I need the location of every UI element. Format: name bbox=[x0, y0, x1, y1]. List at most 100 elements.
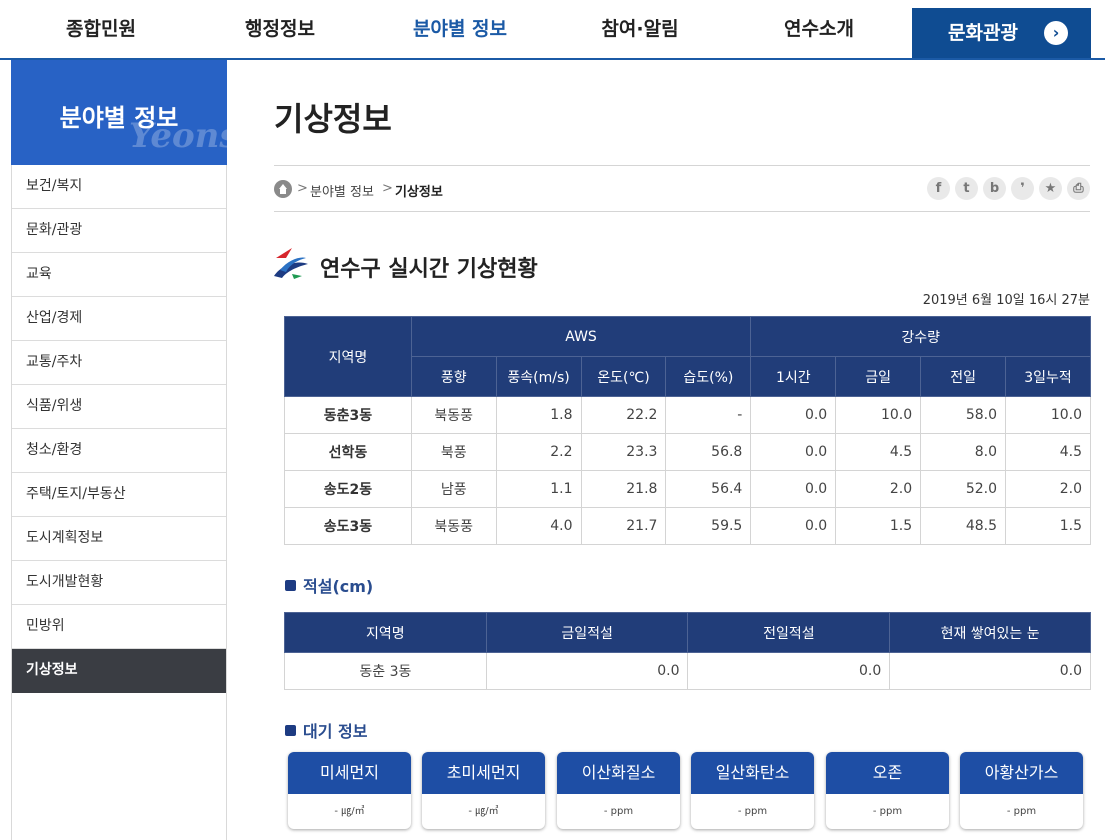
home-icon[interactable] bbox=[274, 180, 292, 198]
cell-temperature: 22.2 bbox=[580, 396, 667, 434]
top-navigation: 종합민원 행정정보 분야별 정보 참여·알림 연수소개 문화관광 › bbox=[0, 0, 1105, 60]
breadcrumb-separator: > bbox=[382, 181, 393, 196]
sidebar-filler bbox=[11, 690, 227, 840]
air-card-value: - ppm bbox=[603, 806, 634, 817]
cell-rain-3day: 2.0 bbox=[1005, 470, 1091, 508]
air-card-value: - ㎍/㎥ bbox=[334, 806, 365, 817]
air-card-title: 오존 bbox=[826, 752, 949, 794]
cell-rain-1h: 0.0 bbox=[750, 396, 837, 434]
cell-rain-today: 4.5 bbox=[835, 433, 922, 471]
air-card-pm10: 미세먼지 - ㎍/㎥ bbox=[288, 752, 411, 829]
air-card-co: 일산화탄소 - ppm bbox=[691, 752, 814, 829]
column-header-rain-yesterday: 전일 bbox=[920, 356, 1007, 397]
column-header-region: 지역명 bbox=[284, 612, 487, 653]
column-header-temperature: 온도(℃) bbox=[580, 356, 667, 397]
sidebar-title: 분야별 정보 bbox=[59, 104, 179, 132]
facebook-icon[interactable]: f bbox=[927, 177, 950, 200]
column-header-rain-3day: 3일누적 bbox=[1005, 356, 1091, 397]
column-header-humidity: 습도(%) bbox=[665, 356, 752, 397]
cell-rain-today: 2.0 bbox=[835, 470, 922, 508]
bookmark-icon[interactable]: ★ bbox=[1039, 177, 1062, 200]
nav-item-culture-tourism[interactable]: 문화관광 › bbox=[912, 8, 1091, 58]
cell-humidity: 56.4 bbox=[665, 470, 752, 508]
cell-rain-yesterday: 58.0 bbox=[920, 396, 1007, 434]
cell-region: 동춘3동 bbox=[284, 396, 412, 434]
cell-wind-direction: 북동풍 bbox=[410, 507, 497, 545]
air-card-title: 아황산가스 bbox=[960, 752, 1083, 794]
weather-section-title: 연수구 실시간 기상현황 bbox=[320, 257, 538, 282]
table-row: 선학동 북풍 2.2 23.3 56.8 0.0 4.5 8.0 4.5 bbox=[284, 433, 1091, 471]
cell-region: 선학동 bbox=[284, 433, 412, 471]
sidebar-item-traffic-parking[interactable]: 교통/주차 bbox=[12, 341, 226, 385]
air-title-label: 대기 정보 bbox=[303, 722, 368, 741]
nav-item-about[interactable]: 연수소개 bbox=[729, 0, 909, 58]
cell-rain-today: 10.0 bbox=[835, 396, 922, 434]
table-row: 송도2동 남풍 1.1 21.8 56.4 0.0 2.0 52.0 2.0 bbox=[284, 470, 1091, 508]
column-header-snow-yesterday: 전일적설 bbox=[687, 612, 891, 653]
culture-label: 문화관광 bbox=[948, 22, 1018, 44]
breadcrumb-separator: > bbox=[297, 181, 308, 196]
sidebar-item-urban-development[interactable]: 도시개발현황 bbox=[12, 561, 226, 605]
table-row: 동춘3동 북동풍 1.8 22.2 - 0.0 10.0 58.0 10.0 bbox=[284, 396, 1091, 434]
air-card-title: 이산화질소 bbox=[557, 752, 680, 794]
weather-timestamp: 2019년 6월 10일 16시 27분 bbox=[922, 293, 1090, 308]
snow-table: 지역명 금일적설 전일적설 현재 쌓여있는 눈 동춘 3동 0.0 0.0 0.… bbox=[284, 612, 1091, 690]
nav-item-field-info[interactable]: 분야별 정보 bbox=[370, 0, 550, 58]
cell-wind-speed: 1.8 bbox=[495, 396, 582, 434]
cell-wind-speed: 2.2 bbox=[495, 433, 582, 471]
chevron-right-icon: › bbox=[1044, 21, 1068, 45]
cell-rain-yesterday: 8.0 bbox=[920, 433, 1007, 471]
cell-humidity: 59.5 bbox=[665, 507, 752, 545]
air-card-title: 초미세먼지 bbox=[422, 752, 545, 794]
cell-wind-direction: 북동풍 bbox=[410, 396, 497, 434]
table-row: 송도3동 북동풍 4.0 21.7 59.5 0.0 1.5 48.5 1.5 bbox=[284, 507, 1091, 545]
sidebar-item-housing-land[interactable]: 주택/토지/부동산 bbox=[12, 473, 226, 517]
sidebar-item-culture-tourism[interactable]: 문화/관광 bbox=[12, 209, 226, 253]
cell-rain-1h: 0.0 bbox=[750, 470, 837, 508]
air-card-so2: 아황산가스 - ppm bbox=[960, 752, 1083, 829]
air-card-ozone: 오존 - ppm bbox=[826, 752, 949, 829]
sidebar-item-food-hygiene[interactable]: 식품/위생 bbox=[12, 385, 226, 429]
column-group-aws: AWS bbox=[410, 316, 752, 357]
nav-item-admin-info[interactable]: 행정정보 bbox=[190, 0, 370, 58]
twitter-icon[interactable]: t bbox=[955, 177, 978, 200]
sidebar-item-education[interactable]: 교육 bbox=[12, 253, 226, 297]
sidebar-header: Yeonsu 분야별 정보 bbox=[11, 60, 227, 165]
sidebar-item-weather[interactable]: 기상정보 bbox=[12, 649, 226, 693]
nav-item-participation[interactable]: 참여·알림 bbox=[550, 0, 730, 58]
air-section-title: 대기 정보 bbox=[285, 718, 367, 742]
cell-rain-yesterday: 52.0 bbox=[920, 470, 1007, 508]
cell-wind-speed: 4.0 bbox=[495, 507, 582, 545]
snow-title-label: 적설(cm) bbox=[303, 577, 374, 596]
print-icon[interactable]: ⎙ bbox=[1067, 177, 1090, 200]
cell-wind-direction: 남풍 bbox=[410, 470, 497, 508]
page-title: 기상정보 bbox=[274, 100, 392, 138]
cell-temperature: 21.8 bbox=[580, 470, 667, 508]
cell-rain-3day: 4.5 bbox=[1005, 433, 1091, 471]
nav-item-civil-service[interactable]: 종합민원 bbox=[11, 0, 191, 58]
cell-temperature: 23.3 bbox=[580, 433, 667, 471]
kakao-icon[interactable]: ❜ bbox=[1011, 177, 1034, 200]
column-header-snow-today: 금일적설 bbox=[485, 612, 689, 653]
air-card-title: 일산화탄소 bbox=[691, 752, 814, 794]
weather-table: 지역명 AWS 강수량 풍향 풍속(m/s) 온도(℃) 습도(%) 1시간 금… bbox=[284, 316, 1091, 545]
sidebar-item-civil-defense[interactable]: 민방위 bbox=[12, 605, 226, 649]
breadcrumb-field-info[interactable]: 분야별 정보 bbox=[310, 181, 374, 200]
bullet-square-icon bbox=[285, 725, 296, 736]
sidebar-menu: 보건/복지 문화/관광 교육 산업/경제 교통/주차 식품/위생 청소/환경 주… bbox=[11, 165, 227, 693]
cell-snow-yesterday: 0.0 bbox=[687, 652, 891, 690]
sidebar-item-industry-economy[interactable]: 산업/경제 bbox=[12, 297, 226, 341]
column-header-rain-1h: 1시간 bbox=[750, 356, 837, 397]
breadcrumb: > 분야별 정보 > 기상정보 f t b ❜ ★ ⎙ bbox=[274, 165, 1090, 212]
sidebar-item-urban-planning[interactable]: 도시계획정보 bbox=[12, 517, 226, 561]
sidebar-item-health-welfare[interactable]: 보건/복지 bbox=[12, 165, 226, 209]
cell-temperature: 21.7 bbox=[580, 507, 667, 545]
snow-section-title: 적설(cm) bbox=[285, 573, 373, 597]
air-card-title: 미세먼지 bbox=[288, 752, 411, 794]
yeonsu-logo-icon bbox=[274, 248, 308, 279]
cell-rain-1h: 0.0 bbox=[750, 507, 837, 545]
blog-icon[interactable]: b bbox=[983, 177, 1006, 200]
column-header-wind-direction: 풍향 bbox=[410, 356, 497, 397]
sidebar-item-cleaning-environment[interactable]: 청소/환경 bbox=[12, 429, 226, 473]
cell-humidity: 56.8 bbox=[665, 433, 752, 471]
